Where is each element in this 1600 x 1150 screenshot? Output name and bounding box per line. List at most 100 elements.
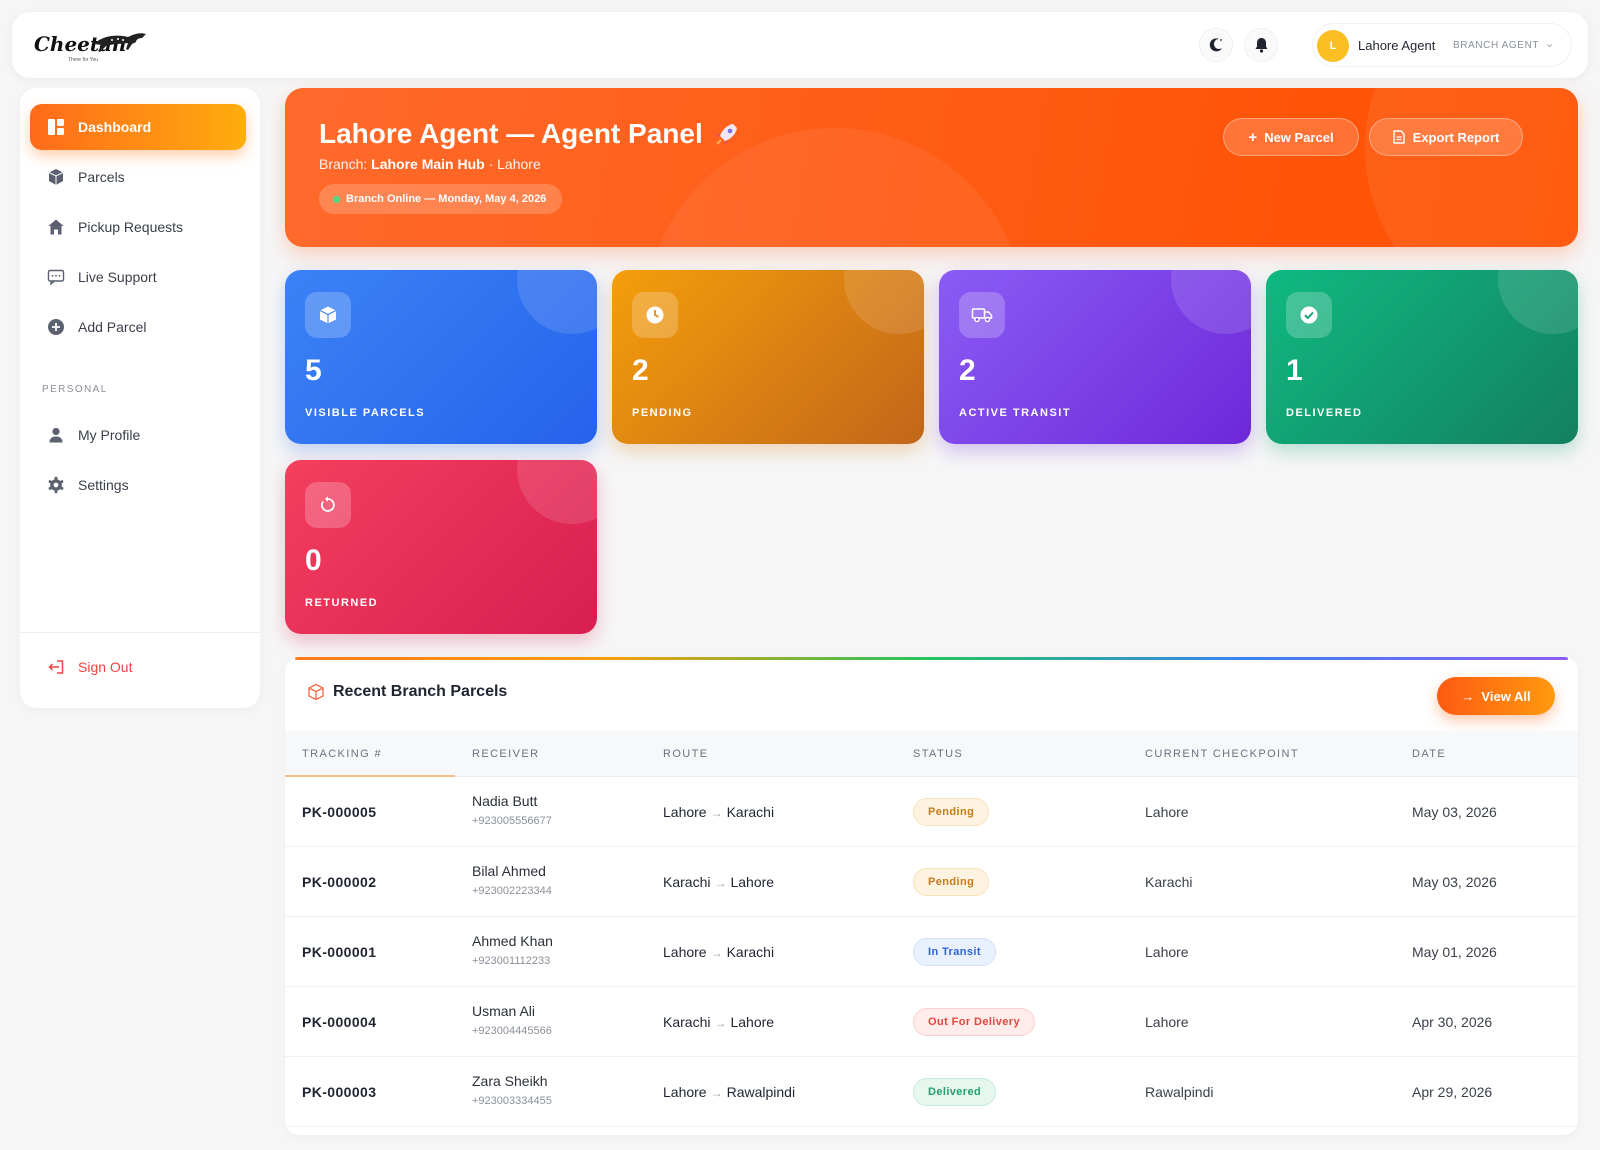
route-arrow: →: [714, 1016, 727, 1030]
page-title-text: Lahore Agent — Agent Panel: [319, 118, 703, 149]
sidebar-item-pickup-requests[interactable]: Pickup Requests: [30, 204, 246, 250]
route: Karachi → Lahore: [663, 1014, 774, 1030]
column-header-checkpoint[interactable]: CURRENT CHECKPOINT: [1145, 748, 1299, 760]
table-row[interactable]: PK-000002 Bilal Ahmed +923002223344 Kara…: [285, 847, 1578, 917]
route-to: Rawalpindi: [726, 1084, 796, 1100]
sidebar-item-settings[interactable]: Settings: [30, 462, 246, 508]
dashboard-icon: [46, 117, 66, 137]
table-header: TRACKING # RECEIVER ROUTE STATUS CURRENT…: [285, 731, 1578, 777]
panel-title: Recent Branch Parcels: [307, 683, 507, 701]
sidebar-item-parcels[interactable]: Parcels: [30, 154, 246, 200]
accent-bar: [295, 657, 1568, 660]
tracking-number[interactable]: PK-000001: [302, 944, 376, 960]
view-all-button[interactable]: → View All: [1437, 677, 1555, 715]
route-arrow: →: [710, 806, 723, 820]
brand-tagline: There for You: [68, 57, 99, 63]
table-row[interactable]: PK-000004 Usman Ali +923004445566 Karach…: [285, 987, 1578, 1057]
column-header-receiver[interactable]: RECEIVER: [472, 748, 539, 760]
current-checkpoint: Lahore: [1145, 804, 1189, 820]
column-header-date[interactable]: DATE: [1412, 748, 1446, 760]
new-parcel-label: New Parcel: [1264, 129, 1334, 145]
stat-value: 5: [305, 354, 322, 387]
home-icon: [46, 217, 66, 237]
sidebar-item-label: Pickup Requests: [78, 219, 184, 235]
route-to: Lahore: [730, 1014, 775, 1030]
stat-value: 2: [632, 354, 649, 387]
stat-card-returned[interactable]: 0 RETURNED: [285, 460, 597, 634]
sidebar-item-my-profile[interactable]: My Profile: [30, 412, 246, 458]
new-parcel-button[interactable]: + New Parcel: [1223, 118, 1359, 156]
sidebar-divider: [20, 632, 260, 633]
rocket-icon: [715, 124, 737, 145]
tracking-number[interactable]: PK-000002: [302, 874, 376, 890]
hero-banner: Lahore Agent — Agent Panel Branch: Lahor…: [285, 88, 1578, 247]
sidebar-item-dashboard[interactable]: Dashboard: [30, 104, 246, 150]
route-to: Karachi: [726, 944, 775, 960]
route-from: Karachi: [663, 874, 711, 890]
brand-logo[interactable]: Cheetah There for You: [34, 26, 146, 66]
stat-card-delivered[interactable]: 1 DELIVERED: [1266, 270, 1578, 444]
receiver-name: Nadia Butt: [472, 793, 538, 809]
sidebar-item-label: Settings: [78, 477, 129, 493]
export-report-button[interactable]: Export Report: [1369, 118, 1523, 156]
stat-card-visible-parcels[interactable]: 5 VISIBLE PARCELS: [285, 270, 597, 444]
status-badge: Out For Delivery: [913, 1008, 1035, 1036]
notifications-button[interactable]: [1244, 28, 1278, 62]
route-arrow: →: [714, 876, 727, 890]
route-from: Lahore: [663, 944, 707, 960]
status-badge: In Transit: [913, 938, 996, 966]
tracking-number[interactable]: PK-000005: [302, 804, 376, 820]
truck-icon: [959, 292, 1005, 338]
receiver-phone: +923002223344: [472, 885, 552, 897]
tracking-number[interactable]: PK-000004: [302, 1014, 376, 1030]
stat-value: 2: [959, 354, 976, 387]
logout-icon: [46, 657, 66, 677]
top-bar: Cheetah There for You L Lahore Agent BRA…: [12, 12, 1588, 78]
parcel-date: May 01, 2026: [1412, 944, 1497, 960]
tracking-number[interactable]: PK-000003: [302, 1084, 376, 1100]
branch-status-text: Branch Online — Monday, May 4, 2026: [346, 193, 547, 205]
bell-icon: [1255, 38, 1267, 53]
route: Lahore → Karachi: [663, 944, 774, 960]
user-menu[interactable]: L Lahore Agent BRANCH AGENT ⌄: [1312, 23, 1572, 67]
box-icon: [308, 683, 324, 701]
dark-mode-toggle[interactable]: [1199, 28, 1233, 62]
sidebar-item-add-parcel[interactable]: Add Parcel: [30, 304, 246, 350]
column-header-tracking[interactable]: TRACKING #: [302, 748, 382, 760]
table-row[interactable]: PK-000005 Nadia Butt +923005556677 Lahor…: [285, 777, 1578, 847]
status-badge: Delivered: [913, 1078, 997, 1106]
current-checkpoint: Karachi: [1145, 874, 1193, 890]
decorative-bubble: [517, 270, 597, 334]
route: Karachi → Lahore: [663, 874, 774, 890]
stat-label: ACTIVE TRANSIT: [959, 407, 1072, 419]
route-from: Lahore: [663, 1084, 707, 1100]
sidebar-section-personal: PERSONAL: [42, 384, 108, 395]
route-arrow: →: [710, 1086, 723, 1100]
table-row[interactable]: PK-000001 Ahmed Khan +923001112233 Lahor…: [285, 917, 1578, 987]
receiver-phone: +923005556677: [472, 815, 552, 827]
sidebar-item-label: My Profile: [78, 427, 141, 443]
stat-label: VISIBLE PARCELS: [305, 407, 426, 419]
table-row[interactable]: PK-000003 Zara Sheikh +923003334455 Laho…: [285, 1057, 1578, 1127]
arrow-right-icon: →: [1461, 688, 1475, 704]
decorative-bubble: [1365, 88, 1578, 247]
sidebar-item-live-support[interactable]: Live Support: [30, 254, 246, 300]
stat-card-pending[interactable]: 2 PENDING: [612, 270, 924, 444]
receiver-name: Zara Sheikh: [472, 1073, 548, 1089]
user-icon: [46, 425, 66, 445]
sign-out-button[interactable]: Sign Out: [30, 644, 246, 690]
decorative-bubble: [1498, 270, 1578, 334]
check-circle-icon: [1286, 292, 1332, 338]
decorative-bubble: [1171, 270, 1251, 334]
moon-icon: [1209, 38, 1222, 52]
stat-value: 0: [305, 544, 322, 577]
parcel-date: Apr 30, 2026: [1412, 1014, 1493, 1030]
route-from: Karachi: [663, 1014, 711, 1030]
column-header-status[interactable]: STATUS: [913, 748, 963, 760]
stat-card-active-transit[interactable]: 2 ACTIVE TRANSIT: [939, 270, 1251, 444]
avatar: L: [1317, 30, 1349, 62]
document-icon: [1392, 130, 1405, 144]
parcel-date: May 03, 2026: [1412, 804, 1497, 820]
column-header-route[interactable]: ROUTE: [663, 748, 709, 760]
page-title: Lahore Agent — Agent Panel: [319, 118, 741, 150]
